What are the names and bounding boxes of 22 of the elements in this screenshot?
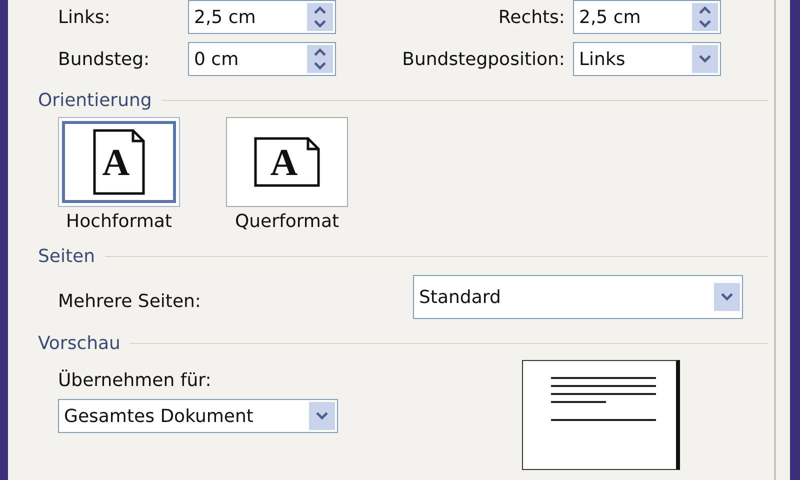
spinner-arrows[interactable] (307, 3, 333, 31)
spinner-field[interactable]: 2,5 cm (188, 0, 336, 34)
spinner-arrows[interactable] (692, 3, 718, 31)
spinner-field[interactable]: 2,5 cm (573, 0, 721, 34)
spinner-arrows[interactable] (307, 45, 333, 73)
spinner-field[interactable]: 0 cm (188, 42, 336, 76)
dropdown[interactable]: Links (573, 42, 721, 76)
field-label: Mehrere Seiten: (58, 290, 202, 312)
orientation-label: Hochformat (66, 211, 172, 232)
field-label: Bundstegposition: (401, 48, 566, 70)
section-title: Orientierung (38, 90, 152, 111)
field-label: Links: (58, 6, 112, 28)
field-label: Rechts: (497, 6, 566, 28)
field-label: Bundsteg: (58, 48, 151, 70)
dropdown[interactable]: Standard (413, 275, 743, 319)
orientation-label: Querformat (234, 211, 340, 232)
field-label: Übernehmen für: (58, 370, 212, 391)
section-title: Vorschau (38, 333, 120, 354)
orientation-button[interactable]: A (58, 117, 180, 207)
section-title: Seiten (38, 246, 96, 267)
orientation-button[interactable]: A (226, 117, 348, 207)
dropdown[interactable]: Gesamtes Dokument (58, 399, 338, 433)
